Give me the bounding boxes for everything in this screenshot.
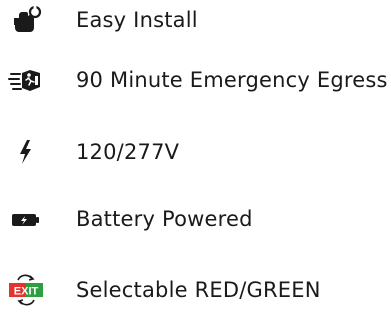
feature-selectable-color: EXIT Selectable RED/GREEN	[0, 270, 391, 310]
feature-list: Easy Install 90 Minute Emergency Egress …	[0, 0, 391, 312]
feature-label: Easy Install	[76, 8, 198, 32]
battery-charging-icon	[8, 203, 44, 235]
feature-label: 120/277V	[76, 140, 180, 164]
feature-emergency-egress: 90 Minute Emergency Egress	[0, 60, 391, 100]
feature-voltage: 120/277V	[0, 132, 391, 172]
feature-label: Battery Powered	[76, 207, 253, 231]
feature-battery-powered: Battery Powered	[0, 199, 391, 239]
feature-label: 90 Minute Emergency Egress	[76, 68, 388, 92]
feature-label: Selectable RED/GREEN	[76, 278, 321, 302]
exit-sign-red-green-icon: EXIT	[8, 274, 44, 306]
lightning-bolt-icon	[8, 136, 44, 168]
running-person-exit-icon	[8, 64, 44, 96]
exit-sign-text: EXIT	[14, 286, 39, 298]
feature-easy-install: Easy Install	[0, 0, 391, 40]
hand-wrench-icon	[8, 4, 44, 36]
